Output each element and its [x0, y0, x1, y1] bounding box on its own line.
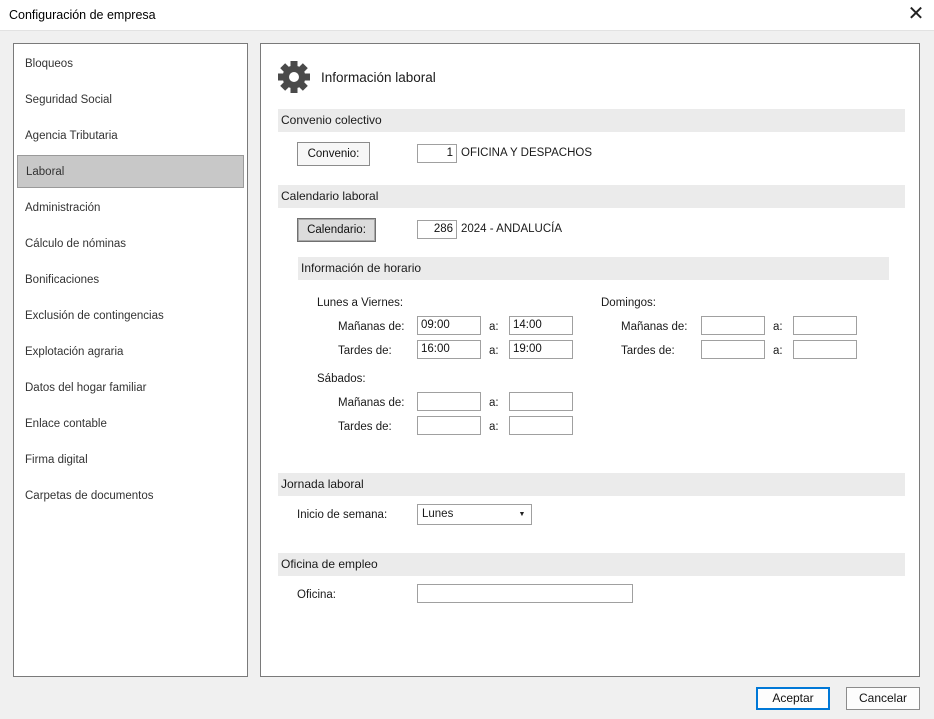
sidebar-item-bloqueos[interactable]: Bloqueos: [17, 48, 244, 81]
saturdays-afternoon-to-label: a:: [489, 421, 499, 433]
saturdays-heading: Sábados:: [317, 373, 366, 385]
saturdays-afternoon-to-field[interactable]: [509, 416, 573, 435]
sidebar-item-laboral[interactable]: Laboral: [17, 155, 244, 188]
chevron-down-icon[interactable]: ▼: [514, 506, 530, 523]
weekdays-afternoon-label: Tardes de:: [338, 345, 392, 357]
saturdays-afternoon-from-field[interactable]: [417, 416, 481, 435]
sidebar-item-administracion[interactable]: Administración: [17, 192, 244, 225]
sundays-morning-to-label: a:: [773, 321, 783, 333]
saturdays-morning-from-field[interactable]: [417, 392, 481, 411]
sidebar-item-firma-digital[interactable]: Firma digital: [17, 444, 244, 477]
sidebar-item-explotacion-agraria[interactable]: Explotación agraria: [17, 336, 244, 369]
convenio-button[interactable]: Convenio:: [297, 142, 370, 166]
week-start-label: Inicio de semana:: [297, 509, 388, 521]
sidebar-item-calculo-nominas[interactable]: Cálculo de nóminas: [17, 228, 244, 261]
section-calendario-laboral: Calendario laboral: [278, 185, 905, 208]
page-title: Información laboral: [321, 70, 436, 85]
section-informacion-horario: Información de horario: [298, 257, 889, 280]
section-convenio-colectivo: Convenio colectivo: [278, 109, 905, 132]
sidebar-item-seguridad-social[interactable]: Seguridad Social: [17, 84, 244, 117]
sundays-afternoon-label: Tardes de:: [621, 345, 675, 357]
convenio-name: OFICINA Y DESPACHOS: [461, 147, 593, 159]
weekdays-afternoon-to-field[interactable]: 19:00: [509, 340, 573, 359]
main-panel: Información laboral Convenio colectivo C…: [260, 43, 920, 677]
weekdays-morning-label: Mañanas de:: [338, 321, 405, 333]
saturdays-afternoon-label: Tardes de:: [338, 421, 392, 433]
sidebar-item-hogar-familiar[interactable]: Datos del hogar familiar: [17, 372, 244, 405]
window-title: Configuración de empresa: [9, 8, 156, 22]
oficina-label: Oficina:: [297, 589, 336, 601]
sidebar-item-carpetas-documentos[interactable]: Carpetas de documentos: [17, 480, 244, 513]
weekdays-afternoon-from-field[interactable]: 16:00: [417, 340, 481, 359]
saturdays-morning-to-field[interactable]: [509, 392, 573, 411]
sidebar-item-agencia-tributaria[interactable]: Agencia Tributaria: [17, 120, 244, 153]
sundays-afternoon-to-label: a:: [773, 345, 783, 357]
calendario-button[interactable]: Calendario:: [297, 218, 376, 242]
sundays-afternoon-to-field[interactable]: [793, 340, 857, 359]
weekdays-morning-from-field[interactable]: 09:00: [417, 316, 481, 335]
sundays-morning-label: Mañanas de:: [621, 321, 688, 333]
calendario-name: 2024 - ANDALUCÍA: [461, 223, 562, 235]
weekdays-morning-to-label: a:: [489, 321, 499, 333]
section-jornada-laboral: Jornada laboral: [278, 473, 905, 496]
saturdays-morning-label: Mañanas de:: [338, 397, 405, 409]
sundays-morning-from-field[interactable]: [701, 316, 765, 335]
weekdays-morning-to-field[interactable]: 14:00: [509, 316, 573, 335]
saturdays-morning-to-label: a:: [489, 397, 499, 409]
oficina-field[interactable]: [417, 584, 633, 603]
weekdays-heading: Lunes a Viernes:: [317, 297, 404, 309]
title-bar: Configuración de empresa ✕: [0, 0, 934, 31]
section-oficina-empleo: Oficina de empleo: [278, 553, 905, 576]
sundays-morning-to-field[interactable]: [793, 316, 857, 335]
gear-icon: [278, 61, 310, 93]
convenio-code-field[interactable]: 1: [417, 144, 457, 163]
sidebar-item-enlace-contable[interactable]: Enlace contable: [17, 408, 244, 441]
week-start-select[interactable]: Lunes ▼: [417, 504, 532, 525]
sidebar: Bloqueos Seguridad Social Agencia Tribut…: [13, 43, 248, 677]
sundays-heading: Domingos:: [601, 297, 656, 309]
close-icon[interactable]: ✕: [902, 1, 930, 29]
week-start-value: Lunes: [422, 508, 454, 520]
sundays-afternoon-from-field[interactable]: [701, 340, 765, 359]
cancel-button[interactable]: Cancelar: [846, 687, 920, 710]
sidebar-item-bonificaciones[interactable]: Bonificaciones: [17, 264, 244, 297]
sidebar-item-exclusion-contingencias[interactable]: Exclusión de contingencias: [17, 300, 244, 333]
accept-button[interactable]: Aceptar: [756, 687, 830, 710]
weekdays-afternoon-to-label: a:: [489, 345, 499, 357]
calendario-code-field[interactable]: 286: [417, 220, 457, 239]
